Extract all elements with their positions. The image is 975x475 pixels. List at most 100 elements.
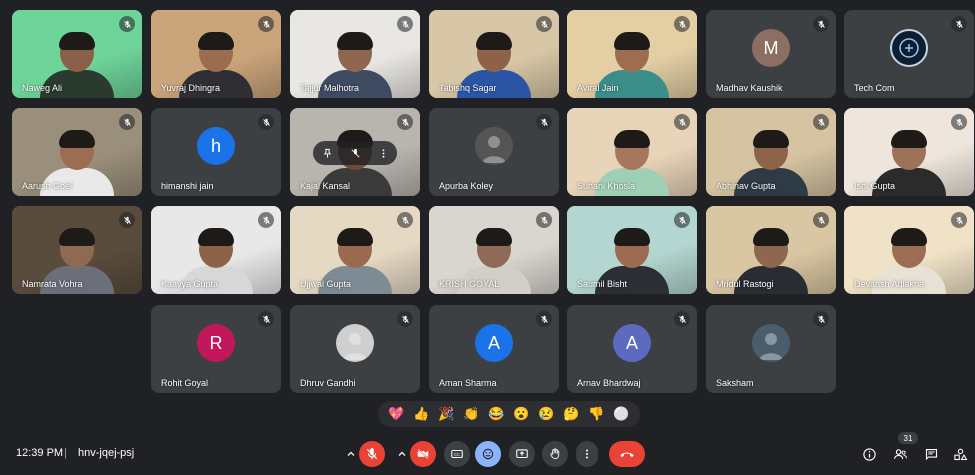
participant-name: Dhruv Gandhi: [300, 378, 356, 388]
reaction-emoji[interactable]: 👏: [463, 406, 479, 422]
camera-toggle-button[interactable]: [410, 441, 436, 467]
participant-photo-avatar: [752, 324, 790, 362]
reaction-emoji[interactable]: ⚪: [613, 406, 629, 422]
reaction-emoji[interactable]: 😂: [488, 406, 504, 422]
muted-mic-icon: [119, 16, 135, 32]
reaction-emoji[interactable]: 🤔: [563, 406, 579, 422]
microphone-toggle-button[interactable]: [359, 441, 385, 467]
participant-tile[interactable]: Yuvraj Dhingra: [151, 10, 281, 98]
tile-hover-controls: [313, 141, 397, 165]
present-screen-button[interactable]: [509, 441, 535, 467]
participant-tile[interactable]: A Aman Sharma: [429, 305, 559, 393]
mic-options-chevron-icon[interactable]: [341, 441, 361, 467]
participant-tile[interactable]: Saksham: [706, 305, 836, 393]
camera-off-icon: [417, 448, 429, 460]
chat-button[interactable]: [922, 445, 940, 463]
participant-avatar: h: [197, 127, 235, 165]
participant-avatar: A: [613, 324, 651, 362]
muted-mic-icon: [813, 114, 829, 130]
participant-grid: Naweg Ali Yuvraj Dhingra Tajjur Malhotra Ta…: [0, 0, 975, 400]
tech-com-logo-icon: [890, 29, 928, 67]
muted-mic-icon: [674, 212, 690, 228]
participant-tile[interactable]: Ujjwal Gupta: [290, 206, 420, 294]
participant-tile[interactable]: KRISH GOYAL: [429, 206, 559, 294]
participant-name: Apurba Koley: [439, 181, 494, 191]
participant-tile[interactable]: Saumil Bisht: [567, 206, 697, 294]
hand-icon: [550, 448, 560, 460]
muted-mic-icon: [813, 16, 829, 32]
reaction-emoji[interactable]: 👎: [588, 406, 604, 422]
participant-name: Ishi Gupta: [854, 181, 896, 191]
participant-tile[interactable]: Aarush Goel: [12, 108, 142, 196]
participant-name: Kaavya Gupta: [161, 279, 219, 289]
muted-mic-icon: [536, 16, 552, 32]
participant-tile[interactable]: Tajjur Malhotra: [290, 10, 420, 98]
raise-hand-button[interactable]: [542, 441, 568, 467]
participant-name: Tech Com: [854, 83, 895, 93]
muted-mic-icon: [536, 212, 552, 228]
muted-mic-icon: [397, 311, 413, 327]
participant-tile[interactable]: Ishi Gupta: [844, 108, 974, 196]
participant-name: Tajjur Malhotra: [300, 83, 360, 93]
muted-mic-icon: [951, 114, 967, 130]
participant-name: Abhinav Gupta: [716, 181, 776, 191]
participant-tile[interactable]: Abhinav Gupta: [706, 108, 836, 196]
participant-name: Aarush Goel: [22, 181, 73, 191]
reaction-emoji[interactable]: 🎉: [438, 406, 454, 422]
camera-options-chevron-icon[interactable]: [392, 441, 412, 467]
bottom-bar: 12:39 PM | hnv-jqej-psj CC: [0, 433, 975, 475]
clock-time: 12:39 PM: [16, 447, 64, 459]
more-options-button[interactable]: [576, 441, 598, 467]
muted-mic-icon: [119, 212, 135, 228]
participant-name: Yuvraj Dhingra: [161, 83, 221, 93]
reactions-button[interactable]: [475, 441, 501, 467]
mic-off-icon: [366, 448, 378, 460]
pin-icon[interactable]: [322, 148, 333, 159]
participant-tile[interactable]: Devansh Adlakha: [844, 206, 974, 294]
participant-name: Aman Sharma: [439, 378, 497, 388]
participant-photo-avatar: [336, 324, 374, 362]
participant-tile[interactable]: R Rohit Goyal: [151, 305, 281, 393]
participant-tile[interactable]: Kaavya Gupta: [151, 206, 281, 294]
participant-name: Devansh Adlakha: [854, 279, 925, 289]
muted-mic-icon: [813, 311, 829, 327]
tile-more-icon[interactable]: [378, 148, 389, 159]
reactions-bar: 💖 👍 🎉 👏 😂 😮 😢 🤔 👎 ⚪: [378, 401, 640, 427]
participant-name: Kajal Kansal: [300, 181, 351, 191]
reaction-emoji[interactable]: 👍: [413, 406, 429, 422]
participant-tile[interactable]: Naweg Ali: [12, 10, 142, 98]
participant-tile[interactable]: Aviral Jain: [567, 10, 697, 98]
participant-tile[interactable]: Dhruv Gandhi: [290, 305, 420, 393]
muted-mic-icon: [258, 311, 274, 327]
participant-tile[interactable]: M Madhav Kaushik: [706, 10, 836, 98]
emoji-icon: [482, 448, 494, 460]
meeting-details-button[interactable]: [860, 445, 878, 463]
participant-tile[interactable]: Namrata Vohra: [12, 206, 142, 294]
participant-tile[interactable]: Tech Com: [844, 10, 974, 98]
captions-button[interactable]: CC: [444, 441, 470, 467]
participant-name: Arnav Bhardwaj: [577, 378, 641, 388]
mute-participant-icon[interactable]: [350, 148, 361, 159]
muted-mic-icon: [536, 114, 552, 130]
reaction-emoji[interactable]: 😮: [513, 406, 529, 422]
separator: |: [64, 447, 67, 459]
people-button[interactable]: [891, 445, 909, 463]
participant-tile[interactable]: Apurba Koley: [429, 108, 559, 196]
participant-tile[interactable]: Tabishq Sagar: [429, 10, 559, 98]
participant-tile[interactable]: Suhani Khosla: [567, 108, 697, 196]
reaction-emoji[interactable]: 😢: [538, 406, 554, 422]
info-icon: [862, 447, 876, 461]
reaction-emoji[interactable]: 💖: [388, 406, 404, 422]
participant-name: Ujjwal Gupta: [300, 279, 352, 289]
end-call-icon: [620, 452, 634, 457]
muted-mic-icon: [258, 212, 274, 228]
participant-tile[interactable]: h himanshi jain: [151, 108, 281, 196]
muted-mic-icon: [813, 212, 829, 228]
muted-mic-icon: [258, 16, 274, 32]
participant-name: Tabishq Sagar: [439, 83, 497, 93]
participant-tile[interactable]: Mridul Rastogi: [706, 206, 836, 294]
muted-mic-icon: [536, 311, 552, 327]
activities-button[interactable]: [951, 445, 969, 463]
participant-tile[interactable]: A Arnav Bhardwaj: [567, 305, 697, 393]
leave-call-button[interactable]: [609, 441, 645, 467]
